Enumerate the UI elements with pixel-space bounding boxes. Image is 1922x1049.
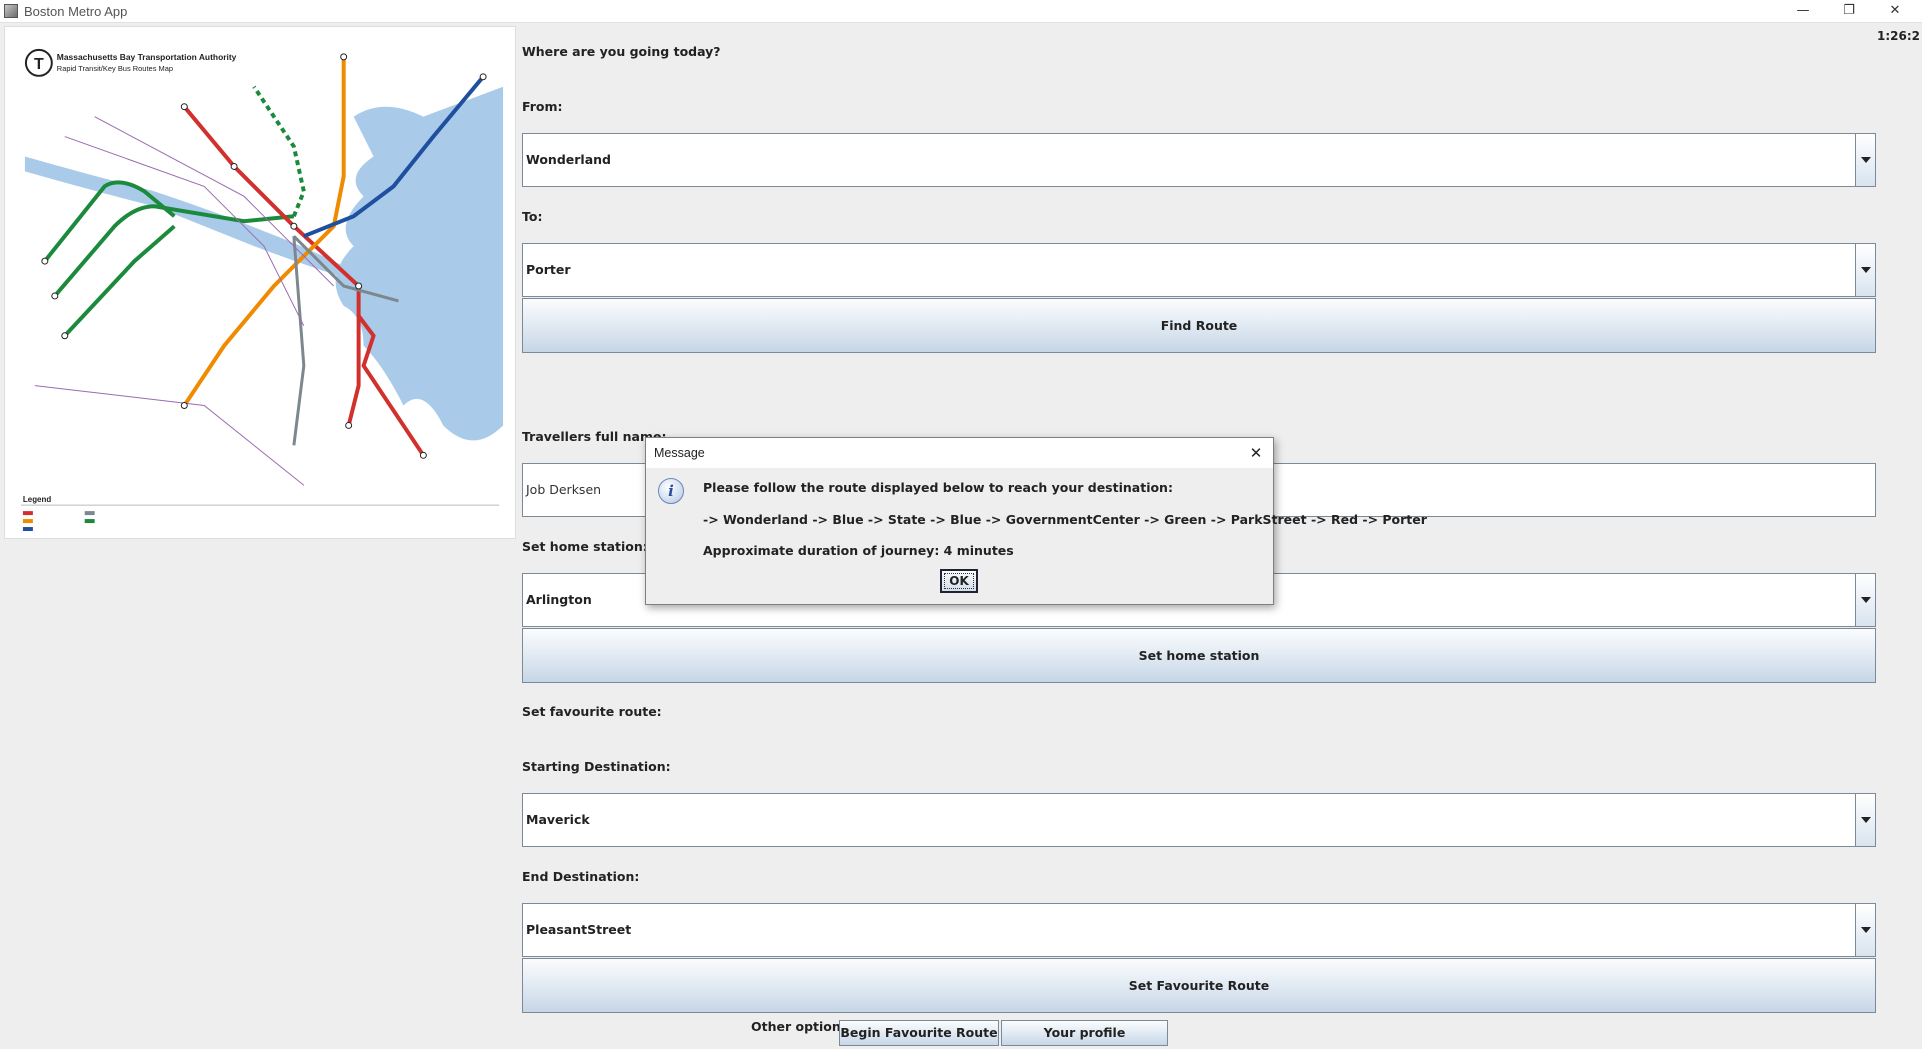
svg-text:Rapid Transit/Key Bus Routes M: Rapid Transit/Key Bus Routes Map — [57, 64, 173, 73]
chevron-down-icon[interactable] — [1855, 904, 1875, 956]
window-titlebar: Boston Metro App — ❐ ✕ — [0, 0, 1922, 23]
end-destination-label: End Destination: — [522, 869, 640, 884]
dialog-route: -> Wonderland -> Blue -> State -> Blue -… — [703, 512, 1427, 527]
starting-destination-value: Maverick — [526, 812, 590, 827]
set-home-station-button[interactable]: Set home station — [522, 628, 1876, 683]
restore-button[interactable]: ❐ — [1828, 0, 1870, 22]
dialog-title: Message — [654, 446, 705, 460]
starting-destination-dropdown[interactable]: Maverick — [522, 793, 1876, 847]
svg-text:Massachusetts Bay Transportati: Massachusetts Bay Transportation Authori… — [57, 52, 237, 62]
dialog-instruction: Please follow the route displayed below … — [703, 480, 1173, 495]
to-label: To: — [522, 209, 543, 224]
profile-information-button[interactable]: Your profile information — [1001, 1020, 1168, 1046]
home-station-selected-value: Arlington — [526, 592, 592, 607]
end-destination-value: PleasantStreet — [526, 922, 632, 937]
info-icon: i — [658, 478, 684, 504]
metro-map: T Massachusetts Bay Transportation Autho… — [4, 26, 516, 539]
chevron-down-icon[interactable] — [1855, 574, 1875, 626]
dialog-duration: Approximate duration of journey: 4 minut… — [703, 543, 1014, 558]
svg-text:T: T — [34, 56, 44, 73]
metro-map-image: T Massachusetts Bay Transportation Autho… — [5, 27, 515, 538]
from-label: From: — [522, 99, 563, 114]
chevron-down-icon[interactable] — [1855, 244, 1875, 296]
svg-text:Legend: Legend — [23, 495, 51, 504]
chevron-down-icon[interactable] — [1855, 794, 1875, 846]
prompt-heading: Where are you going today? — [522, 44, 721, 59]
end-destination-dropdown[interactable]: PleasantStreet — [522, 903, 1876, 957]
message-dialog: Message ✕ i Please follow the route disp… — [645, 437, 1427, 605]
clock-display: 1:26:2 — [1877, 29, 1920, 43]
home-station-label: Set home station: — [522, 539, 648, 554]
close-button[interactable]: ✕ — [1874, 0, 1916, 22]
other-options-label: Other options: — [751, 1019, 854, 1034]
dialog-close-icon[interactable]: ✕ — [1245, 442, 1267, 464]
to-dropdown[interactable]: Porter — [522, 243, 1876, 297]
from-selected-value: Wonderland — [526, 152, 611, 167]
minimize-button[interactable]: — — [1782, 0, 1824, 22]
app-icon — [4, 4, 18, 18]
dialog-titlebar: Message ✕ — [646, 438, 1273, 468]
find-route-button[interactable]: Find Route — [522, 298, 1876, 353]
to-selected-value: Porter — [526, 262, 571, 277]
favourite-route-label: Set favourite route: — [522, 704, 662, 719]
set-favourite-route-button[interactable]: Set Favourite Route — [522, 958, 1876, 1013]
begin-favourite-route-button[interactable]: Begin Favourite Route — [839, 1020, 999, 1046]
starting-destination-label: Starting Destination: — [522, 759, 671, 774]
window-title: Boston Metro App — [24, 4, 128, 19]
chevron-down-icon[interactable] — [1855, 134, 1875, 186]
from-dropdown[interactable]: Wonderland — [522, 133, 1876, 187]
ok-button[interactable]: OK — [940, 569, 978, 593]
name-value: Job Derksen — [526, 482, 602, 497]
